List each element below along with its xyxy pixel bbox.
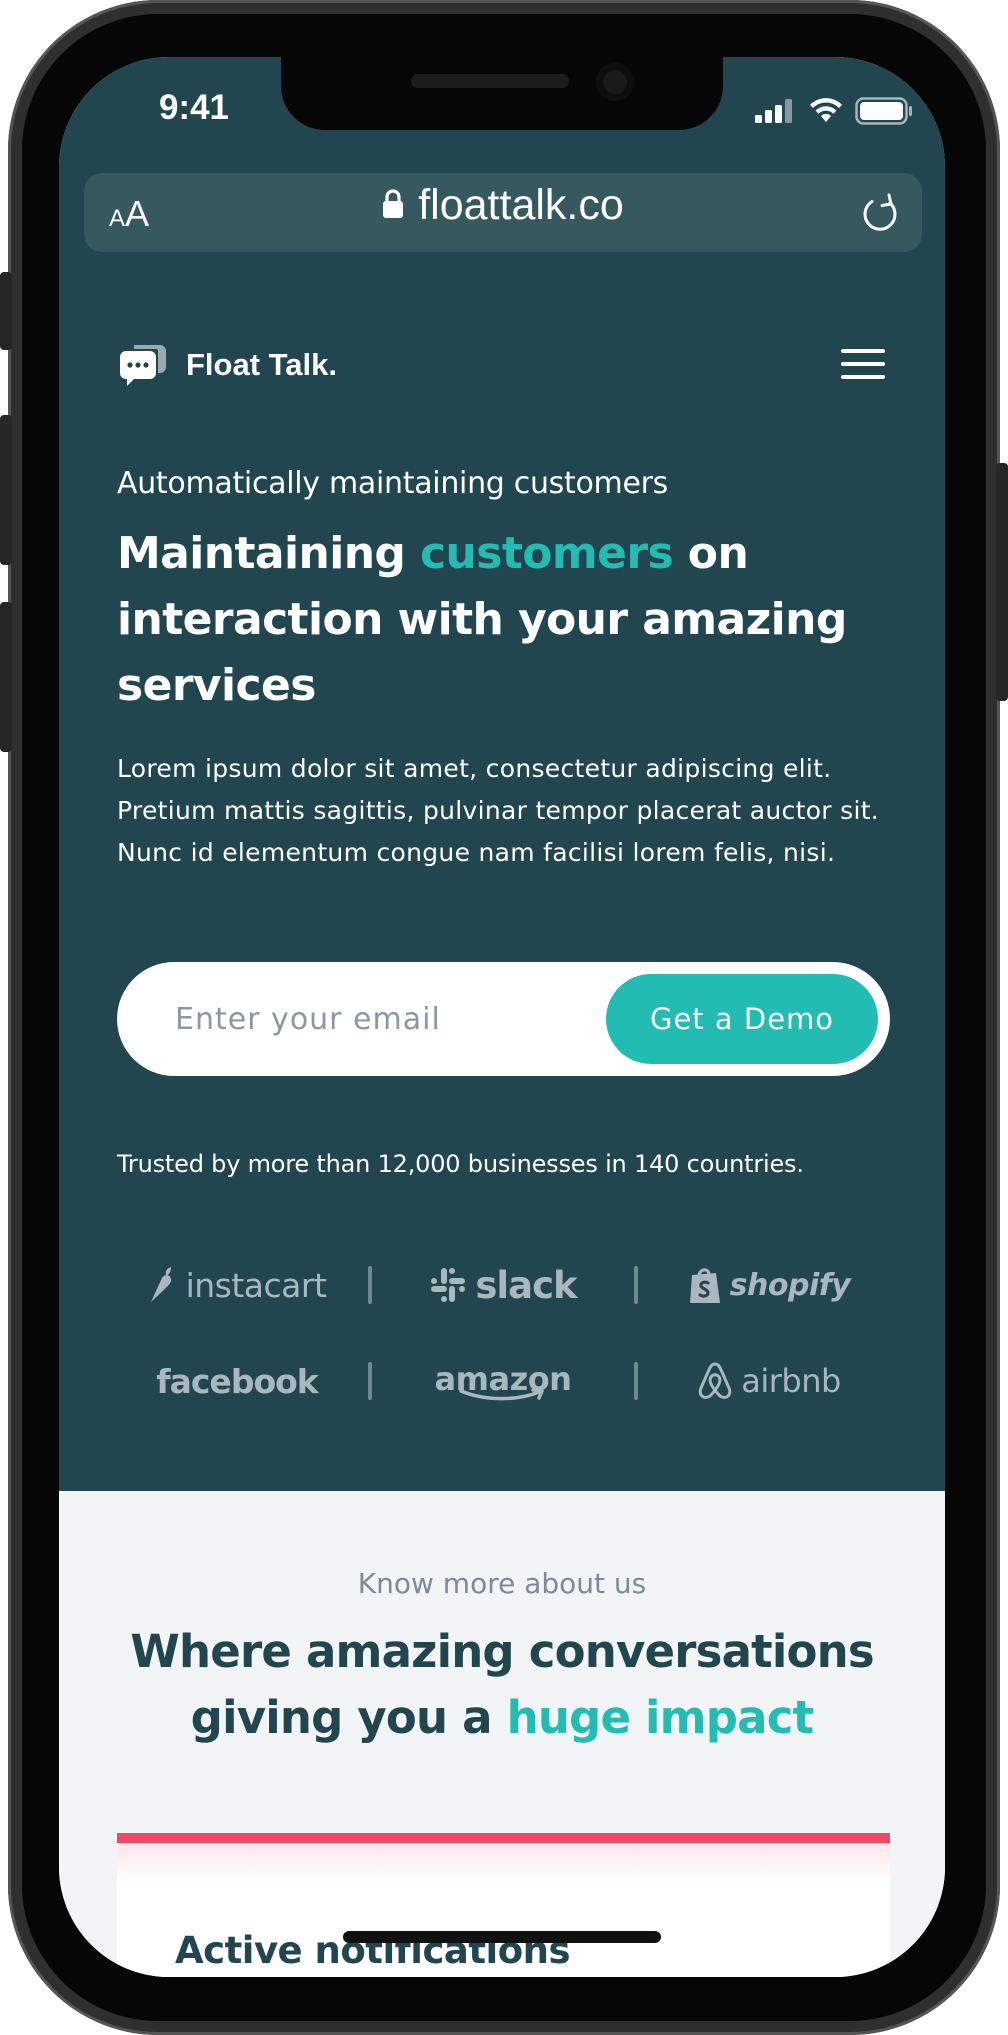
battery-icon	[855, 97, 912, 125]
wifi-icon	[810, 98, 842, 122]
about-section: Know more about us Where amazing convers…	[59, 1491, 945, 1977]
browser-address-bar[interactable]: AA floattalk.co	[84, 173, 922, 252]
about-title-accent: huge impact	[506, 1691, 815, 1744]
email-signup-form: Get a Demo	[117, 962, 890, 1076]
chat-bubbles-logo-icon	[120, 345, 166, 386]
url-text: floattalk.co	[418, 181, 624, 229]
home-indicator[interactable]	[343, 1931, 661, 1943]
shopify-logo: shopify	[649, 1265, 889, 1305]
hamburger-menu-icon[interactable]	[841, 347, 885, 381]
hero-headline: Maintaining customers on interaction wit…	[117, 528, 847, 711]
notch	[281, 57, 723, 130]
carrot-icon	[150, 1267, 171, 1302]
airbnb-logo: airbnb	[649, 1361, 889, 1401]
logo-divider	[623, 1362, 649, 1400]
power-button	[996, 463, 1008, 701]
get-demo-button[interactable]: Get a Demo	[606, 974, 878, 1064]
logo-row: instacart slack shopify	[117, 1237, 890, 1333]
card-accent-bar	[117, 1833, 890, 1843]
partner-logos: instacart slack shopify facebook amazon …	[117, 1237, 890, 1429]
headline-accent: customers	[420, 528, 674, 579]
logo-divider	[357, 1266, 383, 1304]
silent-switch	[0, 272, 12, 350]
email-input[interactable]	[175, 962, 575, 1076]
speaker-grille	[411, 74, 569, 88]
feature-card: Active notifications	[117, 1833, 890, 1977]
brand-name: Float Talk.	[186, 347, 338, 382]
url-display[interactable]: floattalk.co	[84, 181, 922, 230]
trusted-by-text: Trusted by more than 12,000 businesses i…	[117, 1150, 804, 1178]
slack-logo: slack	[383, 1264, 623, 1307]
brand-logo-link[interactable]: Float Talk.	[118, 341, 337, 389]
reload-icon[interactable]	[860, 193, 900, 235]
lock-icon	[383, 189, 404, 218]
amazon-logo: amazon	[383, 1360, 623, 1402]
hero-lead-text: Lorem ipsum dolor sit amet, consectetur …	[117, 754, 880, 867]
slack-hash-icon	[431, 1268, 466, 1302]
front-camera	[596, 63, 634, 101]
shopping-bag-icon	[689, 1268, 720, 1303]
card-glow	[117, 1843, 890, 1883]
hero-eyebrow: Automatically maintaining customers	[117, 466, 668, 501]
facebook-logo: facebook	[156, 1361, 318, 1401]
airbnb-belo-icon	[698, 1362, 732, 1399]
volume-up-button	[0, 415, 12, 565]
status-time: 9:41	[158, 88, 230, 127]
volume-down-button	[0, 602, 12, 752]
status-icons	[755, 97, 913, 125]
phone-screen: 9:41 AA floattalk.co Float Talk. Automat…	[59, 57, 945, 1977]
logo-row: facebook amazon airbnb	[117, 1333, 890, 1429]
about-title: Where amazing conversations giving you a…	[130, 1625, 874, 1744]
logo-divider	[357, 1362, 383, 1400]
cellular-signal-icon	[755, 99, 792, 123]
about-eyebrow: Know more about us	[357, 1567, 647, 1600]
logo-divider	[623, 1266, 649, 1304]
hero-section: 9:41 AA floattalk.co Float Talk. Automat…	[59, 57, 945, 1491]
instacart-logo: instacart	[117, 1266, 357, 1305]
